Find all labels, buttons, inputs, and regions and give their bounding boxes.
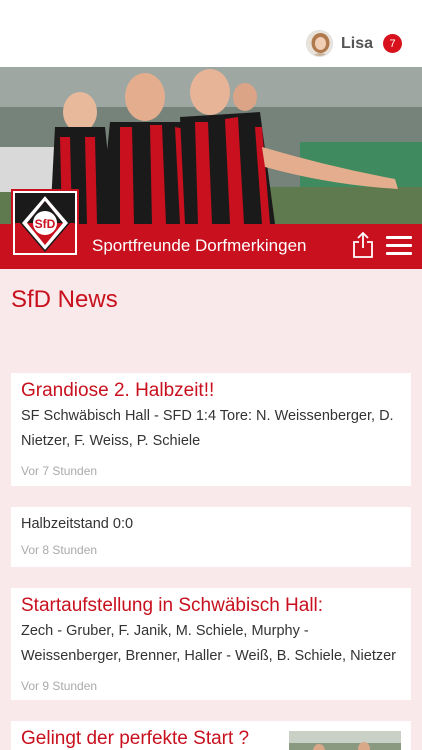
news-card[interactable]: Startaufstellung in Schwäbisch Hall: Zec… [11, 588, 411, 700]
notification-badge[interactable]: 7 [383, 34, 402, 53]
news-card[interactable]: Grandiose 2. Halbzeit!! SF Schwäbisch Ha… [11, 373, 411, 486]
news-timestamp: Vor 8 Stunden [21, 543, 98, 557]
news-text: Zech - Gruber, F. Janik, M. Schiele, Mur… [21, 623, 397, 664]
hamburger-menu-icon[interactable] [386, 236, 412, 256]
news-timestamp: Vor 7 Stunden [21, 464, 98, 478]
news-thumbnail[interactable] [289, 731, 401, 750]
avatar[interactable] [305, 30, 333, 57]
club-name: Sportfreunde Dorfmerkingen [92, 236, 307, 255]
share-icon[interactable] [352, 231, 374, 259]
user-name[interactable]: Lisa [341, 35, 373, 53]
top-bar: Lisa 7 [0, 0, 422, 67]
logo-text: SfD [35, 217, 56, 231]
news-card[interactable]: Gelingt der perfekte Start ? [11, 721, 411, 750]
user-menu[interactable]: Lisa 7 [305, 30, 402, 57]
news-title[interactable]: Grandiose 2. Halbzeit!! [21, 380, 401, 402]
news-text: SF Schwäbisch Hall - SFD 1:4 Tore: N. We… [21, 408, 394, 449]
news-timestamp: Vor 9 Stunden [21, 679, 98, 693]
news-title[interactable]: Startaufstellung in Schwäbisch Hall: [21, 595, 401, 617]
club-logo[interactable]: SfD [11, 189, 79, 257]
news-card[interactable]: Halbzeitstand 0:0 Vor 8 Stunden [11, 507, 411, 567]
page-title: SfD News [11, 286, 118, 313]
news-text: Halbzeitstand 0:0 [21, 516, 134, 532]
